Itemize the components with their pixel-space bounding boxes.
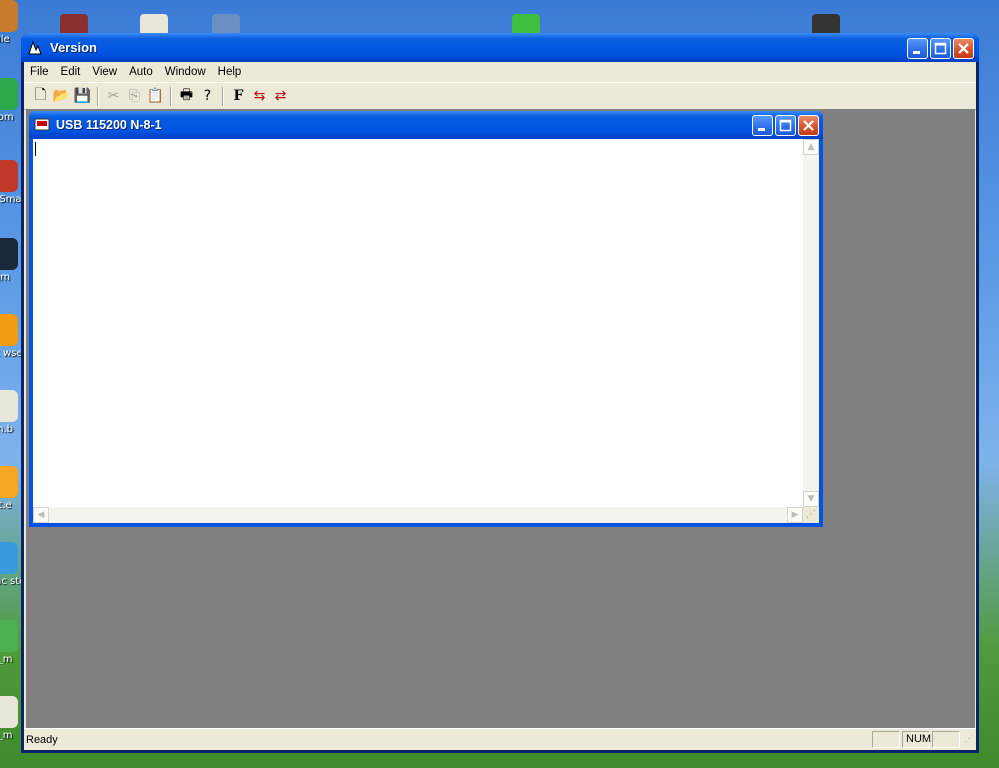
mdi-client-area: USB 115200 N-8-1 ▲ ▼ ◀ ▶ ⋰ — [26, 109, 975, 728]
menu-file[interactable]: File — [24, 63, 55, 81]
print-icon: 🖶 — [179, 87, 194, 103]
horizontal-scrollbar[interactable]: ◀ ▶ — [33, 507, 803, 523]
status-pane-caps — [872, 731, 900, 748]
app-icon — [28, 40, 42, 55]
desktop-shortcut-icon — [0, 238, 18, 270]
maximize-icon — [934, 42, 947, 55]
child-maximize-button[interactable] — [775, 115, 796, 136]
menu-auto[interactable]: Auto — [123, 63, 159, 81]
open-icon: 📂 — [52, 88, 71, 104]
send-button[interactable]: ⇆ — [249, 86, 270, 107]
help-icon: ? — [203, 88, 212, 104]
close-icon — [958, 43, 969, 54]
new-icon: 🗋 — [34, 87, 47, 103]
text-caret — [35, 142, 36, 156]
close-icon — [803, 120, 814, 131]
maximize-icon — [779, 119, 792, 132]
child-minimize-button[interactable] — [752, 115, 773, 136]
vertical-scrollbar[interactable]: ▲ ▼ — [803, 139, 819, 507]
desktop-shortcut-icon — [0, 314, 18, 346]
terminal-client: ▲ ▼ ◀ ▶ ⋰ — [33, 139, 819, 523]
toolbar-separator — [97, 86, 99, 106]
scroll-up-arrow-icon[interactable]: ▲ — [803, 139, 819, 155]
toolbar-separator — [170, 86, 172, 106]
child-close-button[interactable] — [798, 115, 819, 136]
toolbar-separator — [222, 86, 224, 106]
terminal-icon — [34, 118, 50, 131]
cut-icon: ✂ — [107, 88, 120, 104]
help-button[interactable]: ? — [197, 86, 218, 107]
desktop-shortcut-icon — [0, 0, 18, 32]
copy-icon: ⎘ — [128, 88, 141, 104]
terminal-title: USB 115200 N-8-1 — [56, 118, 162, 132]
menu-help[interactable]: Help — [212, 63, 248, 81]
main-title: Version — [50, 40, 97, 55]
minimize-icon — [758, 128, 765, 131]
status-pane-num: NUM — [902, 731, 931, 748]
maximize-button[interactable] — [930, 38, 951, 59]
status-grip-icon[interactable]: ⋰ — [962, 733, 976, 747]
menu-window[interactable]: Window — [159, 63, 212, 81]
scroll-down-arrow-icon[interactable]: ▼ — [803, 491, 819, 507]
desktop-shortcut-icon — [0, 78, 18, 110]
save-icon: 💾 — [73, 88, 92, 104]
desktop-shortcut-icon — [0, 696, 18, 728]
paste-button[interactable]: 📋 — [145, 86, 166, 107]
main-window: Version File Edit View Auto Window Help … — [21, 33, 979, 753]
main-title-bar[interactable]: Version — [21, 33, 979, 62]
menubar: File Edit View Auto Window Help — [24, 62, 976, 82]
minimize-button[interactable] — [907, 38, 928, 59]
main-client: File Edit View Auto Window Help 🗋 📂 💾 ✂ ⎘ 📋 🖶?… — [24, 62, 976, 750]
receive-button[interactable]: ⇄ — [270, 86, 291, 107]
statusbar: Ready NUM ⋰ — [24, 728, 976, 750]
terminal-title-bar[interactable]: USB 115200 N-8-1 — [29, 111, 823, 139]
print-button[interactable]: 🖶 — [176, 86, 197, 107]
desktop-shortcut-icon — [0, 160, 18, 192]
desktop-shortcut-icon — [0, 466, 18, 498]
send-icon: ⇆ — [253, 88, 266, 104]
cut-button: ✂ — [103, 86, 124, 107]
paste-icon: 📋 — [146, 88, 165, 104]
status-text: Ready — [26, 733, 58, 746]
menu-view[interactable]: View — [86, 63, 123, 81]
terminal-window: USB 115200 N-8-1 ▲ ▼ ◀ ▶ ⋰ — [29, 111, 823, 527]
minimize-icon — [913, 51, 920, 54]
save-button[interactable]: 💾 — [72, 86, 93, 107]
desktop-shortcut-icon — [0, 542, 18, 574]
status-pane-scrl — [932, 731, 960, 748]
new-button[interactable]: 🗋 — [30, 86, 51, 107]
font-button[interactable]: F — [228, 86, 249, 107]
copy-button: ⎘ — [124, 86, 145, 107]
receive-icon: ⇄ — [274, 88, 287, 104]
size-grip-icon[interactable]: ⋰ — [803, 507, 819, 523]
open-button[interactable]: 📂 — [51, 86, 72, 107]
desktop-shortcut-icon — [0, 620, 18, 652]
menu-edit[interactable]: Edit — [55, 63, 87, 81]
toolbar: 🗋 📂 💾 ✂ ⎘ 📋 🖶? F ⇆ ⇄ — [24, 82, 976, 110]
scroll-left-arrow-icon[interactable]: ◀ — [33, 507, 49, 523]
terminal-text-area[interactable] — [33, 139, 803, 507]
close-button[interactable] — [953, 38, 974, 59]
font-icon: F — [233, 88, 244, 104]
desktop-shortcut-icon — [0, 390, 18, 422]
scroll-right-arrow-icon[interactable]: ▶ — [787, 507, 803, 523]
